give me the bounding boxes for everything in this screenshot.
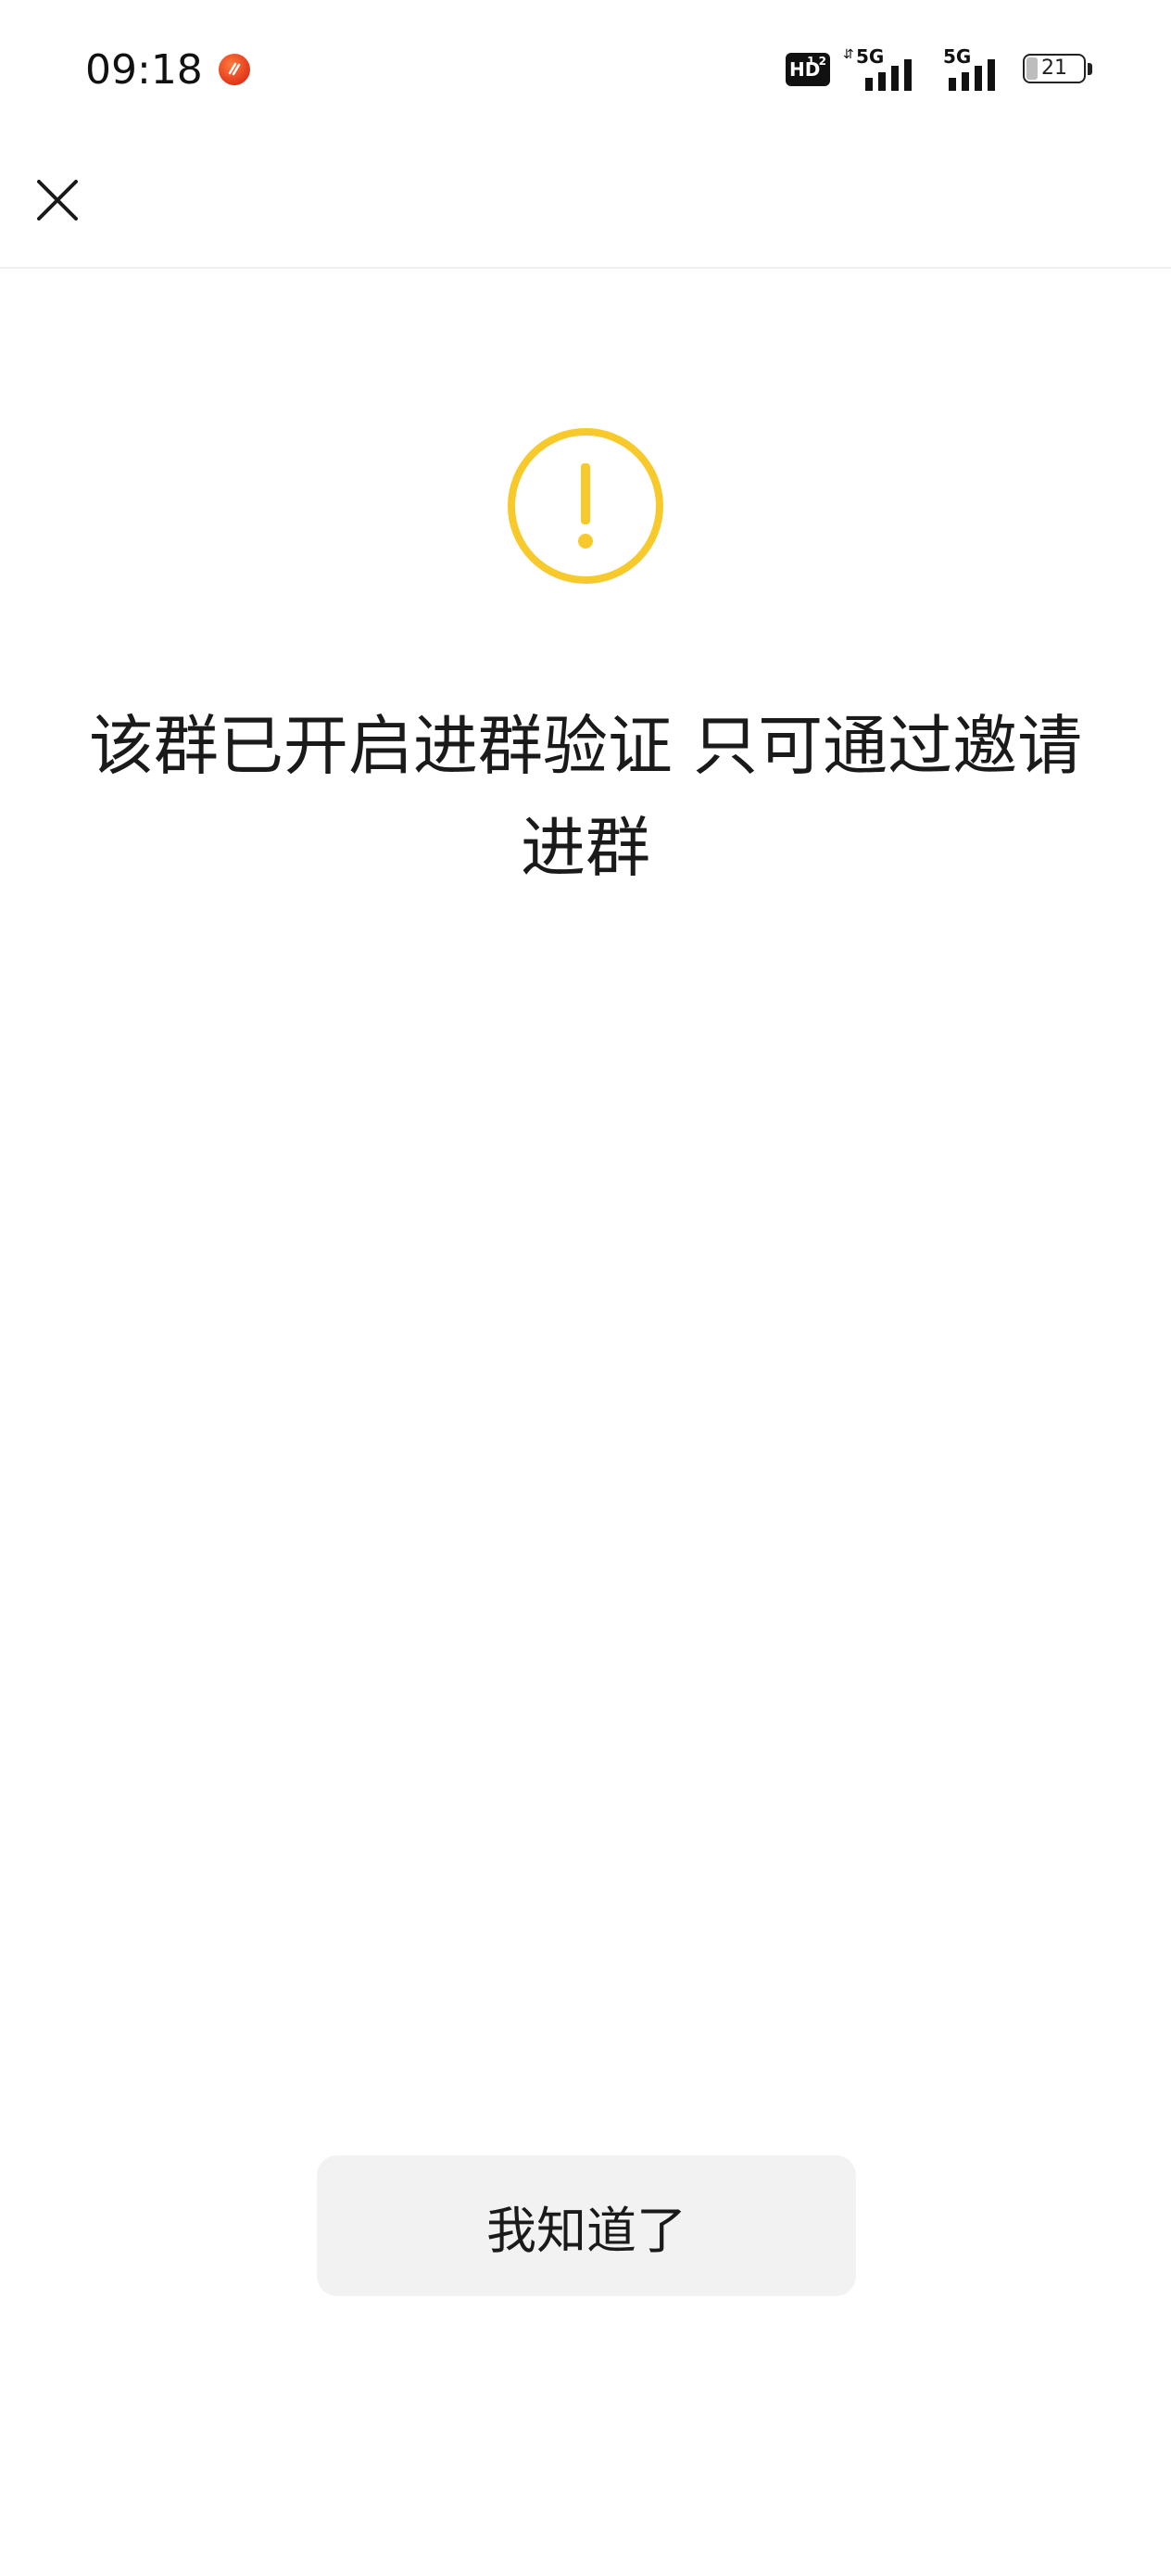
signal-strength-icon-2: 5G [936, 46, 1004, 91]
acknowledge-button[interactable]: 我知道了 [317, 2155, 856, 2296]
status-bar: 09:18 HD 1 2 ⇵ 5G 5G 21 [0, 0, 1171, 139]
notification-app-icon [219, 54, 250, 85]
warning-icon [508, 428, 663, 584]
status-indicators: HD 1 2 ⇵ 5G 5G 21 [786, 46, 1093, 91]
hd-sub-label: 1 2 [807, 55, 826, 68]
battery-level: 21 [1041, 57, 1067, 80]
dialog-message: 该群已开启进群验证 只可通过邀请进群 [88, 708, 1083, 886]
hd-voice-icon: HD 1 2 [786, 53, 830, 86]
close-button[interactable] [22, 165, 93, 235]
status-time: 09:18 [85, 46, 203, 94]
data-transfer-icon: ⇵ [843, 47, 854, 62]
top-bar [0, 139, 1171, 269]
signal-strength-icon-1: ⇵ 5G [843, 46, 917, 91]
close-icon [37, 180, 78, 221]
battery-icon: 21 [1023, 54, 1093, 85]
